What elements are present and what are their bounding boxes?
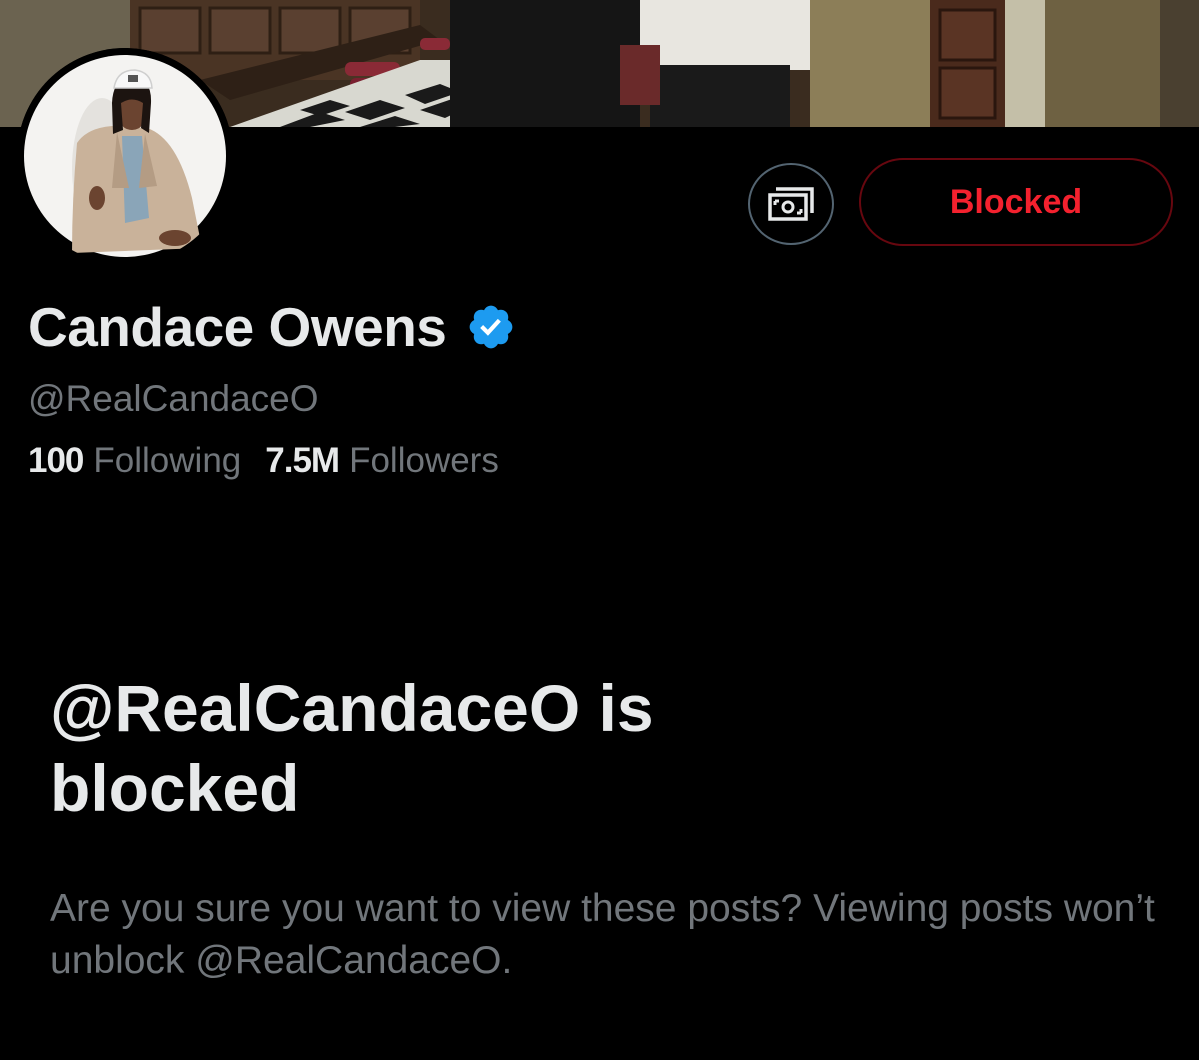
profile-avatar[interactable] <box>17 48 233 264</box>
blocked-notice-title: @RealCandaceO is blocked <box>50 671 654 825</box>
following-label: Following <box>93 441 242 480</box>
following-count: 100 <box>28 441 84 480</box>
avatar-image <box>17 48 233 264</box>
money-icon <box>768 187 814 221</box>
blocked-notice-message: Are you sure you want to view these post… <box>50 887 1155 982</box>
profile-display-name: Candace Owens <box>28 296 447 358</box>
followers-count: 7.5M <box>265 441 340 480</box>
profile-stats: 100 Following 7.5M Followers <box>28 441 499 481</box>
following-stat[interactable]: 100 Following <box>28 441 241 481</box>
followers-stat[interactable]: 7.5M Followers <box>265 441 499 481</box>
followers-label: Followers <box>349 441 499 480</box>
tips-button[interactable] <box>748 163 834 245</box>
verified-badge-icon[interactable] <box>466 302 516 352</box>
blocked-button-label: Blocked <box>949 182 1083 221</box>
profile-handle: @RealCandaceO <box>28 378 319 419</box>
profile-name-row: Candace Owens <box>28 294 516 360</box>
blocked-button[interactable]: Blocked <box>859 158 1173 246</box>
